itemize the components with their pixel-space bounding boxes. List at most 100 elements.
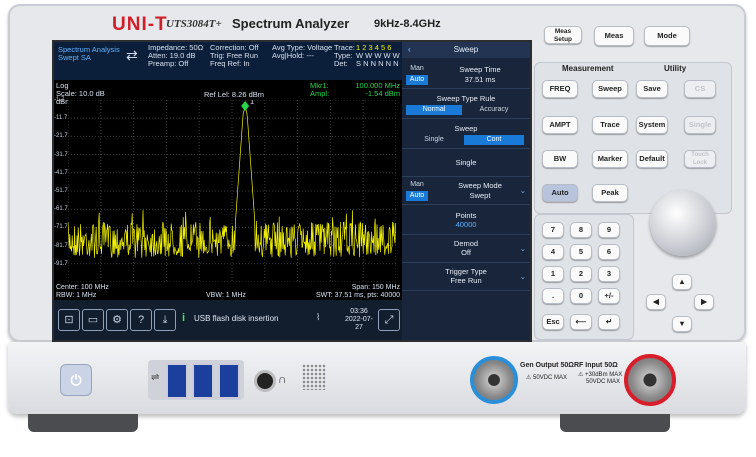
utility-title: Utility xyxy=(664,64,687,73)
backspace-icon[interactable]: ⟵ xyxy=(570,314,592,330)
numpad-key[interactable]: +/- xyxy=(598,288,620,304)
swt: SWT: 37.51 ms, pts: 40000 xyxy=(315,292,400,299)
marker-1[interactable] xyxy=(241,101,250,111)
fullscreen-icon[interactable]: ⤢ xyxy=(378,309,400,331)
center-freq: Center: 100 MHz xyxy=(56,284,109,291)
single-item[interactable]: Single xyxy=(402,150,530,177)
numpad-key[interactable]: 9 xyxy=(598,222,620,238)
arrow-left-icon[interactable]: ◀ xyxy=(646,294,666,310)
numpad-key[interactable]: 7 xyxy=(542,222,564,238)
demod-item[interactable]: Demod Off ⌄ xyxy=(402,236,530,263)
save-icon[interactable]: ⤓ xyxy=(154,309,176,331)
sweep-mode-auto[interactable]: Auto xyxy=(406,191,428,201)
chevron-down-icon: ⌄ xyxy=(519,244,526,253)
screenshot-icon[interactable]: ⊡ xyxy=(58,309,80,331)
mkr-ampl: -1.54 dBm xyxy=(365,89,400,98)
system-key[interactable]: System xyxy=(636,116,668,134)
info-icon: i xyxy=(182,312,186,324)
right-foot xyxy=(560,414,670,432)
y-tick-label: -91.7 xyxy=(54,260,68,267)
preamp: Preamp: Off xyxy=(148,59,189,68)
numpad-key[interactable]: 4 xyxy=(542,244,564,260)
sweep-label: Sweep xyxy=(454,124,478,133)
ref-level: Ref Lel: 8.26 dBm xyxy=(204,90,265,99)
folder-icon[interactable]: ▭ xyxy=(82,309,104,331)
meas-setup-key[interactable]: Meas Setup xyxy=(544,26,582,44)
enter-icon[interactable]: ↵ xyxy=(598,314,620,330)
sweep-item[interactable]: Sweep Single Cont xyxy=(402,122,530,149)
swap-icon[interactable]: ⇄ xyxy=(126,48,138,62)
trigger-value: Free Run xyxy=(450,276,482,285)
auto-key[interactable]: Auto xyxy=(542,184,578,202)
sweep-mode-label: Sweep Mode xyxy=(458,181,502,190)
menu-title: Sweep xyxy=(453,45,479,54)
span: Span: 150 MHz xyxy=(351,284,400,291)
numpad-key[interactable]: 8 xyxy=(570,222,592,238)
sweep-type-rule-item[interactable]: Sweep Type Rule Normal Accuracy xyxy=(402,92,530,119)
numpad-key[interactable]: 5 xyxy=(570,244,592,260)
sweep-readout: Center: 100 MHz Span: 150 MHz RBW: 1 MHz… xyxy=(56,284,402,300)
y-tick-label: -61.7 xyxy=(54,206,68,213)
mode-key[interactable]: Mode xyxy=(644,26,690,46)
sweep-time-auto[interactable]: Auto xyxy=(406,75,428,85)
measurement-title: Measurement xyxy=(562,64,614,73)
single-key[interactable]: Single xyxy=(684,116,716,134)
touch-lock-key[interactable]: Touch Lock xyxy=(684,150,716,168)
help-icon[interactable]: ? xyxy=(130,309,152,331)
numpad-key[interactable]: 1 xyxy=(542,266,564,282)
sweep-cont[interactable]: Cont xyxy=(464,135,524,145)
arrow-up-icon[interactable]: ▲ xyxy=(672,274,692,290)
gen-output-connector[interactable] xyxy=(470,356,518,404)
sweep-mode-man[interactable]: Man xyxy=(406,180,428,190)
points-item[interactable]: Points 40000 xyxy=(402,208,530,235)
sweep-time-man[interactable]: Man xyxy=(406,64,428,74)
usb-port-3[interactable] xyxy=(218,363,240,399)
gear-icon[interactable]: ⚙ xyxy=(106,309,128,331)
status-message: USB flash disk insertion xyxy=(194,314,279,323)
mode-line2: Swept SA xyxy=(58,53,91,62)
power-icon[interactable]: ⏻ xyxy=(60,364,92,396)
y-tick-label: -71.7 xyxy=(54,224,68,231)
sweep-mode-item[interactable]: Man Auto Sweep Mode Swept ⌄ xyxy=(402,178,530,205)
marker-1-label: 1 xyxy=(250,100,254,106)
sweep-single[interactable]: Single xyxy=(406,135,462,145)
spectrum-plot[interactable]: 1 xyxy=(68,100,396,282)
freq-ref: Freq Ref: In xyxy=(210,59,250,68)
marker-key[interactable]: Marker xyxy=(592,150,628,168)
usb-port-1[interactable] xyxy=(166,363,188,399)
ampt-key[interactable]: AMPT xyxy=(542,116,578,134)
menu-header: ‹ Sweep xyxy=(402,42,530,58)
rf-input-connector[interactable] xyxy=(624,354,676,406)
numpad-key[interactable]: 3 xyxy=(598,266,620,282)
default-key[interactable]: Default xyxy=(636,150,668,168)
sweep-key[interactable]: Sweep xyxy=(592,80,628,98)
trace-key[interactable]: Trace xyxy=(592,116,628,134)
numpad-key[interactable]: . xyxy=(542,288,564,304)
arrow-right-icon[interactable]: ▶ xyxy=(694,294,714,310)
rotary-knob[interactable] xyxy=(650,190,716,256)
trigger-type-item[interactable]: Trigger Type Free Run ⌄ xyxy=(402,264,530,291)
usb-port-2[interactable] xyxy=(192,363,214,399)
rule-normal[interactable]: Normal xyxy=(406,105,462,115)
save-key[interactable]: Save xyxy=(636,80,668,98)
numpad-key[interactable]: 2 xyxy=(570,266,592,282)
numpad-key[interactable]: 6 xyxy=(598,244,620,260)
numpad-key[interactable]: 0 xyxy=(570,288,592,304)
sweep-mode-value: Swept xyxy=(469,191,491,200)
rule-accuracy[interactable]: Accuracy xyxy=(464,105,524,115)
sweep-time-item[interactable]: Man Auto Sweep Time 37.51 ms xyxy=(402,62,530,89)
audio-jack[interactable] xyxy=(254,370,276,392)
gen-warn: ⚠ 50VDC MAX xyxy=(526,375,568,381)
rf-warn-1-text: +30dBm MAX xyxy=(585,372,623,378)
left-foot xyxy=(28,414,138,432)
back-icon[interactable]: ‹ xyxy=(408,42,411,58)
arrow-down-icon[interactable]: ▼ xyxy=(672,316,692,332)
display-screen: Spectrum Analysis Swept SA ⇄ Impedance: … xyxy=(52,40,532,342)
esc-key[interactable]: Esc xyxy=(542,314,564,330)
gen-warn-text: 50VDC MAX xyxy=(533,375,568,381)
peak-key[interactable]: Peak xyxy=(592,184,628,202)
cs-key[interactable]: CS xyxy=(684,80,716,98)
freq-key[interactable]: FREQ xyxy=(542,80,578,98)
meas-key[interactable]: Meas xyxy=(594,26,634,46)
bw-key[interactable]: BW xyxy=(542,150,578,168)
